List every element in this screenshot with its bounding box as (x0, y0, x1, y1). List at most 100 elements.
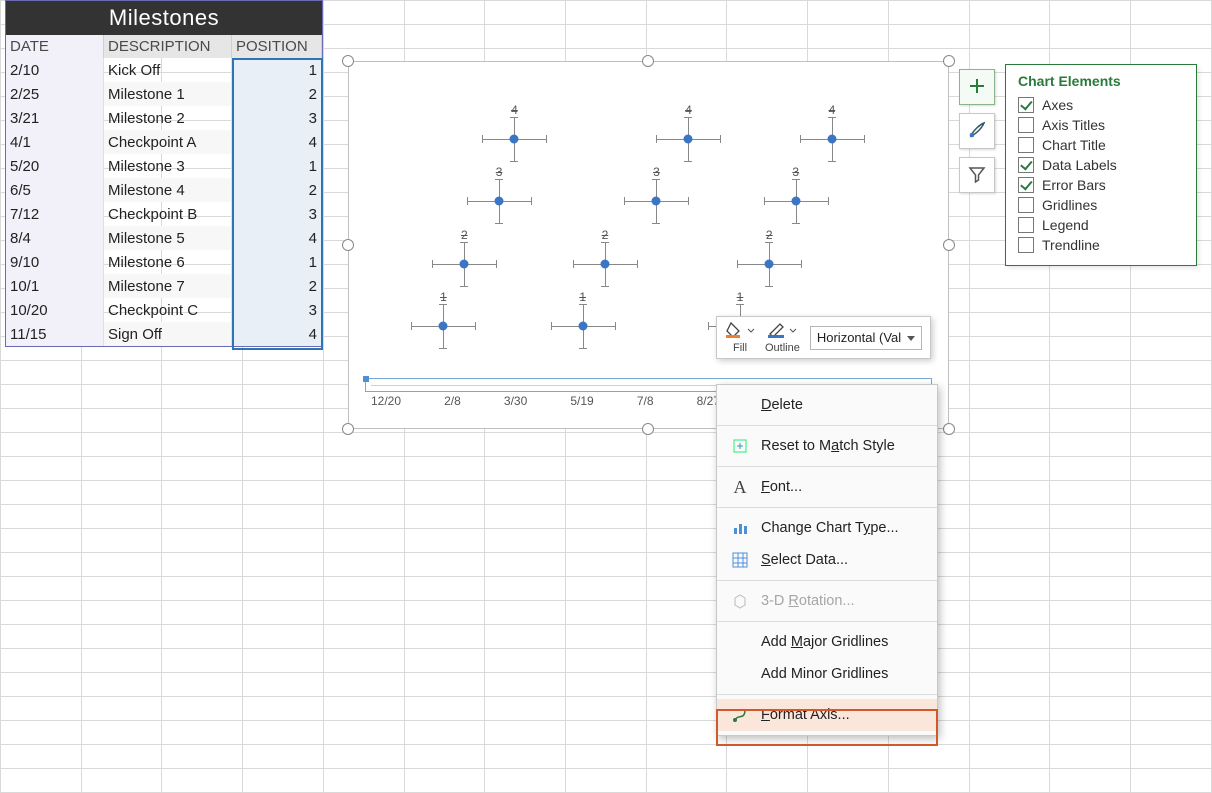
cell-description[interactable]: Milestone 6 (104, 250, 232, 274)
cell-date[interactable]: 11/15 (6, 322, 104, 346)
cell-description[interactable]: Milestone 5 (104, 226, 232, 250)
checkbox[interactable] (1018, 97, 1034, 113)
menu-font[interactable]: AFont... (717, 471, 937, 503)
menu-change_type[interactable]: Change Chart Type... (717, 512, 937, 544)
cell-date[interactable]: 7/12 (6, 202, 104, 226)
checkbox[interactable] (1018, 217, 1034, 233)
chart-styles-button[interactable] (959, 113, 995, 149)
menu-format_axis[interactable]: Format Axis... (717, 699, 937, 731)
chart-elements-option[interactable]: Legend (1018, 215, 1184, 235)
cell-date[interactable]: 5/20 (6, 154, 104, 178)
header-description[interactable]: DESCRIPTION (104, 35, 232, 58)
table-row[interactable]: 2/25Milestone 12 (6, 82, 322, 106)
cell-position[interactable]: 1 (232, 250, 322, 274)
bucket-icon (725, 321, 745, 342)
cell-date[interactable]: 8/4 (6, 226, 104, 250)
cell-description[interactable]: Checkpoint B (104, 202, 232, 226)
checkbox[interactable] (1018, 177, 1034, 193)
chart-object[interactable]: 123412341234 12/202/83/305/197/88/2710/1… (348, 61, 949, 429)
table-row[interactable]: 3/21Milestone 23 (6, 106, 322, 130)
chart-elements-option[interactable]: Axis Titles (1018, 115, 1184, 135)
cell-position[interactable]: 4 (232, 130, 322, 154)
data-label: 3 (653, 165, 660, 179)
cell-date[interactable]: 2/10 (6, 58, 104, 82)
data-label: 4 (685, 103, 692, 117)
cell-date[interactable]: 3/21 (6, 106, 104, 130)
cell-position[interactable]: 3 (232, 202, 322, 226)
chart-elements-option[interactable]: Trendline (1018, 235, 1184, 255)
outline-button[interactable]: Outline (765, 321, 800, 354)
cell-position[interactable]: 2 (232, 274, 322, 298)
menu-separator (717, 425, 937, 426)
chart-elements-option[interactable]: Data Labels (1018, 155, 1184, 175)
cell-date[interactable]: 4/1 (6, 130, 104, 154)
cell-position[interactable]: 3 (232, 298, 322, 322)
cell-date[interactable]: 10/20 (6, 298, 104, 322)
checkbox[interactable] (1018, 157, 1034, 173)
font-icon: A (731, 478, 749, 496)
cell-position[interactable]: 3 (232, 106, 322, 130)
chart-element-selector[interactable]: Horizontal (Val (810, 326, 922, 350)
cell-position[interactable]: 2 (232, 82, 322, 106)
cell-description[interactable]: Milestone 4 (104, 178, 232, 202)
table-row[interactable]: 8/4Milestone 54 (6, 226, 322, 250)
table-row[interactable]: 10/1Milestone 72 (6, 274, 322, 298)
cell-position[interactable]: 2 (232, 178, 322, 202)
table-row[interactable]: 2/10Kick Off1 (6, 58, 322, 82)
chart-elements-option[interactable]: Gridlines (1018, 195, 1184, 215)
cell-date[interactable]: 9/10 (6, 250, 104, 274)
menu-major_grid[interactable]: Add Major Gridlines (717, 626, 937, 658)
chart-resize-handle[interactable] (943, 423, 955, 435)
table-row[interactable]: 4/1Checkpoint A4 (6, 130, 322, 154)
menu-reset[interactable]: Reset to Match Style (717, 430, 937, 462)
cell-description[interactable]: Milestone 2 (104, 106, 232, 130)
table-row[interactable]: 7/12Checkpoint B3 (6, 202, 322, 226)
chart-elements-option[interactable]: Error Bars (1018, 175, 1184, 195)
chart-elements-option[interactable]: Chart Title (1018, 135, 1184, 155)
cell-description[interactable]: Checkpoint A (104, 130, 232, 154)
chart-elements-button[interactable] (959, 69, 995, 105)
table-row[interactable]: 6/5Milestone 42 (6, 178, 322, 202)
chart-resize-handle[interactable] (943, 55, 955, 67)
table-row[interactable]: 11/15Sign Off4 (6, 322, 322, 346)
table-row[interactable]: 9/10Milestone 61 (6, 250, 322, 274)
cell-description[interactable]: Milestone 1 (104, 82, 232, 106)
chart-elements-option[interactable]: Axes (1018, 95, 1184, 115)
menu-separator (717, 694, 937, 695)
cell-description[interactable]: Milestone 3 (104, 154, 232, 178)
table-row[interactable]: 5/20Milestone 31 (6, 154, 322, 178)
checkbox[interactable] (1018, 197, 1034, 213)
table-row[interactable]: 10/20Checkpoint C3 (6, 298, 322, 322)
chart-resize-handle[interactable] (943, 239, 955, 251)
chart-filters-button[interactable] (959, 157, 995, 193)
chart-resize-handle[interactable] (642, 423, 654, 435)
cell-description[interactable]: Checkpoint C (104, 298, 232, 322)
cell-position[interactable]: 1 (232, 154, 322, 178)
option-label: Data Labels (1042, 157, 1117, 173)
header-date[interactable]: DATE (6, 35, 104, 58)
fill-button[interactable]: Fill (725, 321, 755, 354)
cell-description[interactable]: Milestone 7 (104, 274, 232, 298)
cell-date[interactable]: 6/5 (6, 178, 104, 202)
cell-position[interactable]: 1 (232, 58, 322, 82)
checkbox[interactable] (1018, 237, 1034, 253)
cell-description[interactable]: Kick Off (104, 58, 232, 82)
x-tick-label: 7/8 (637, 394, 654, 408)
cell-position[interactable]: 4 (232, 322, 322, 346)
chart-resize-handle[interactable] (342, 239, 354, 251)
menu-separator (717, 466, 937, 467)
checkbox[interactable] (1018, 117, 1034, 133)
chart-resize-handle[interactable] (342, 55, 354, 67)
menu-delete[interactable]: Delete (717, 389, 937, 421)
header-position[interactable]: POSITION (232, 35, 322, 58)
cell-date[interactable]: 10/1 (6, 274, 104, 298)
checkbox[interactable] (1018, 137, 1034, 153)
menu-minor_grid[interactable]: Add Minor Gridlines (717, 658, 937, 690)
menu-select_data[interactable]: Select Data... (717, 544, 937, 576)
cell-date[interactable]: 2/25 (6, 82, 104, 106)
cell-description[interactable]: Sign Off (104, 322, 232, 346)
menu-label: Add Minor Gridlines (761, 666, 888, 682)
cell-position[interactable]: 4 (232, 226, 322, 250)
chart-resize-handle[interactable] (642, 55, 654, 67)
chart-resize-handle[interactable] (342, 423, 354, 435)
